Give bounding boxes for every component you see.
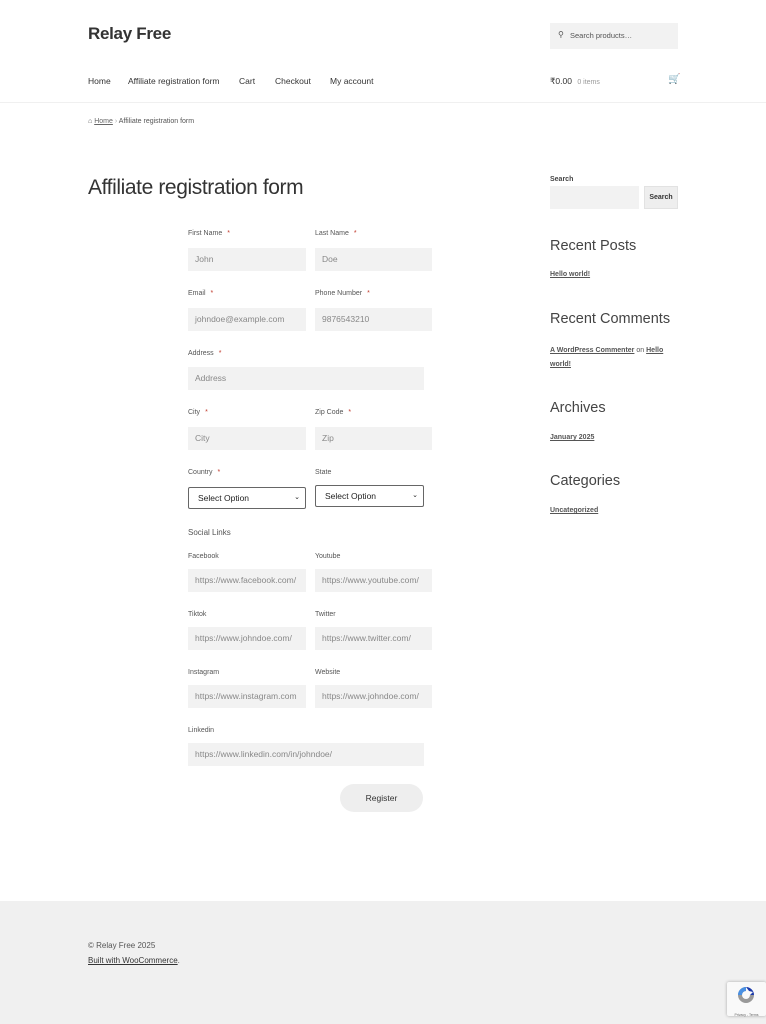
search-icon: ⚲ — [558, 30, 564, 39]
register-button[interactable]: Register — [340, 784, 423, 812]
archive-link[interactable]: January 2025 — [550, 434, 594, 441]
nav-affiliate-form[interactable]: Affiliate registration form — [128, 76, 220, 86]
recent-comment: A WordPress Commenter on Hello world! — [550, 347, 664, 368]
built-with: Built with WooCommerce. — [88, 956, 180, 965]
breadcrumb-home[interactable]: Home — [94, 118, 113, 125]
zip-input[interactable]: Zip — [315, 427, 432, 450]
sidebar-search-button[interactable]: Search — [644, 186, 678, 209]
recent-comments-heading: Recent Comments — [550, 311, 671, 327]
chevron-down-icon: ⌄ — [412, 492, 418, 499]
country-select[interactable]: Select Option ⌄ — [188, 487, 306, 509]
instagram-label: Instagram — [188, 669, 220, 676]
recaptcha-badge[interactable]: Privacy - Terms — [727, 982, 766, 1017]
city-input[interactable]: City — [188, 427, 306, 450]
copyright: © Relay Free 2025 — [88, 941, 156, 950]
city-label: City * — [188, 409, 208, 416]
zip-label: Zip Code * — [315, 409, 352, 416]
address-input[interactable]: Address — [188, 367, 424, 390]
phone-label: Phone Number * — [315, 290, 370, 297]
first-name-label: First Name * — [188, 230, 230, 237]
archives-heading: Archives — [550, 400, 606, 416]
twitter-input[interactable]: https://www.twitter.com/ — [315, 627, 432, 650]
instagram-input[interactable]: https://www.instagram.com — [188, 685, 306, 708]
header-divider — [0, 102, 766, 103]
website-label: Website — [315, 669, 341, 676]
nav-my-account[interactable]: My account — [330, 76, 373, 86]
website-input[interactable]: https://www.johndoe.com/ — [315, 685, 432, 708]
linkedin-label: Linkedin — [188, 727, 215, 734]
nav-cart[interactable]: Cart — [239, 76, 255, 86]
tiktok-input[interactable]: https://www.johndoe.com/ — [188, 627, 306, 650]
home-icon: ⌂ — [88, 118, 93, 125]
first-name-input[interactable]: John — [188, 248, 306, 271]
site-title[interactable]: Relay Free — [88, 24, 171, 44]
linkedin-input[interactable]: https://www.linkedin.com/in/johndoe/ — [188, 743, 424, 766]
chevron-down-icon: ⌄ — [294, 494, 300, 501]
nav-home[interactable]: Home — [88, 76, 111, 86]
social-links-heading: Social Links — [188, 528, 231, 537]
youtube-input[interactable]: https://www.youtube.com/ — [315, 569, 432, 592]
category-link[interactable]: Uncategorized — [550, 507, 598, 514]
page-title: Affiliate registration form — [88, 176, 304, 199]
email-input[interactable]: johndoe@example.com — [188, 308, 306, 331]
commenter-link[interactable]: A WordPress Commenter — [550, 347, 634, 354]
woocommerce-link[interactable]: Built with WooCommerce — [88, 956, 178, 965]
address-label: Address * — [188, 350, 222, 357]
youtube-label: Youtube — [315, 553, 341, 560]
email-label: Email * — [188, 290, 214, 297]
state-label: State — [315, 469, 332, 476]
sidebar-search-label: Search — [550, 176, 574, 183]
product-search-input[interactable]: ⚲ Search products… — [550, 23, 678, 49]
cart-summary[interactable]: ₹0.00 0 items — [550, 76, 600, 87]
last-name-input[interactable]: Doe — [315, 248, 432, 271]
phone-input[interactable]: 9876543210 — [315, 308, 432, 331]
country-label: Country * — [188, 469, 221, 476]
facebook-label: Facebook — [188, 553, 219, 560]
last-name-label: Last Name * — [315, 230, 357, 237]
recent-post-link[interactable]: Hello world! — [550, 271, 590, 278]
twitter-label: Twitter — [315, 611, 336, 618]
recaptcha-icon — [738, 987, 754, 1003]
nav-checkout[interactable]: Checkout — [275, 76, 311, 86]
facebook-input[interactable]: https://www.facebook.com/ — [188, 569, 306, 592]
basket-icon[interactable]: 🛒 — [668, 74, 680, 85]
breadcrumb: ⌂ Home › Affiliate registration form — [88, 118, 195, 125]
state-select[interactable]: Select Option ⌄ — [315, 485, 424, 507]
recent-posts-heading: Recent Posts — [550, 238, 637, 254]
tiktok-label: Tiktok — [188, 611, 207, 618]
sidebar-search-input[interactable] — [550, 186, 639, 209]
categories-heading: Categories — [550, 473, 621, 489]
